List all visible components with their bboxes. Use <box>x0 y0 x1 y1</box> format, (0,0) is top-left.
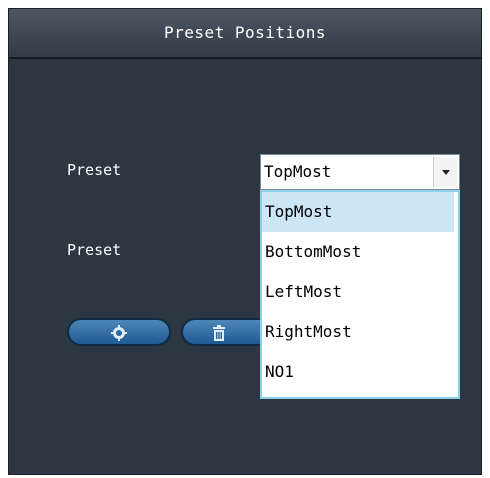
preset-label-2: Preset <box>67 241 122 259</box>
chevron-down-icon[interactable] <box>433 157 457 187</box>
dropdown-option[interactable]: RightMost <box>262 312 454 352</box>
dropdown-option[interactable]: LeftMost <box>262 272 454 312</box>
preset-select[interactable]: TopMost <box>260 154 460 190</box>
panel-title: Preset Positions <box>9 9 481 59</box>
dropdown-option[interactable]: NO1 <box>262 352 454 392</box>
delete-preset-button[interactable] <box>181 318 261 346</box>
dropdown-option[interactable]: TopMost <box>262 192 454 232</box>
set-preset-button[interactable] <box>67 318 171 346</box>
trash-icon <box>213 325 225 341</box>
preset-dropdown-list: TopMost BottomMost LeftMost RightMost NO… <box>260 190 460 399</box>
gear-icon <box>111 325 127 341</box>
preset-label: Preset <box>67 161 122 179</box>
preset-select-value: TopMost <box>264 162 332 181</box>
preset-positions-panel: Preset Positions Preset Preset TopMost T… <box>8 8 482 475</box>
dropdown-option[interactable]: BottomMost <box>262 232 454 272</box>
